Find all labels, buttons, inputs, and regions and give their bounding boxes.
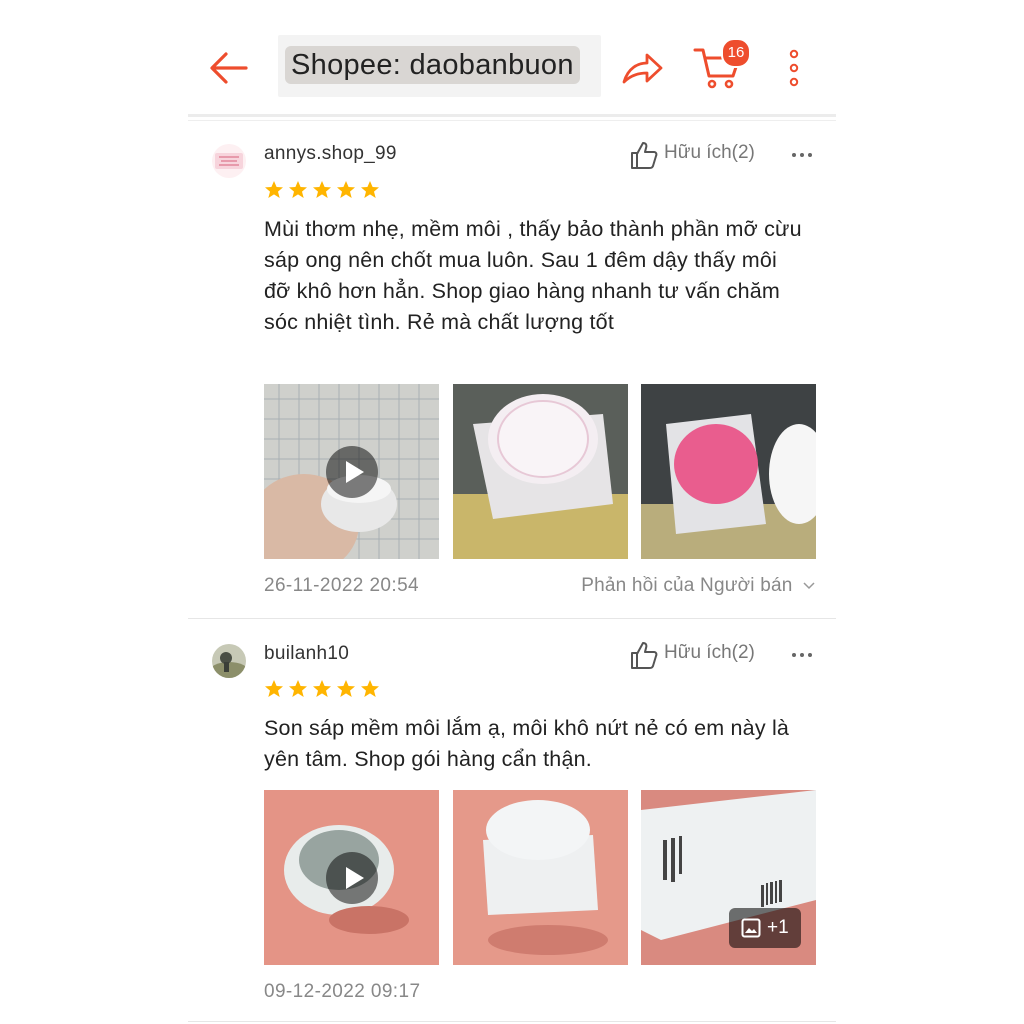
review-image-thumbnail[interactable]: [641, 384, 816, 559]
reviewer-username[interactable]: annys.shop_99: [264, 143, 397, 165]
play-icon: [346, 867, 364, 889]
review-image-thumbnail[interactable]: [453, 790, 628, 965]
shop-logo-icon[interactable]: [212, 144, 246, 178]
rating-stars: [264, 679, 384, 701]
star-icon: [337, 680, 355, 697]
review-date: 26-11-2022 20:54: [264, 575, 420, 596]
review-comment: Son sáp mềm môi lắm ạ, môi khô nứt nẻ có…: [264, 716, 790, 771]
star-icon: [289, 181, 307, 198]
review-image-thumbnail[interactable]: +1: [641, 790, 816, 965]
star-icon: [289, 680, 307, 697]
seller-reply-toggle[interactable]: Phản hồi của Người bán: [581, 575, 816, 597]
review-page: Shopee: daobanbuon 16 annys.shop_99 Hữu …: [188, 0, 836, 1024]
review-photo: [453, 790, 628, 965]
chevron-down-icon: [803, 582, 815, 590]
review-photo: [641, 384, 816, 559]
star-icon: [361, 680, 379, 697]
review-date: 09-12-2022 09:17: [264, 981, 421, 1002]
play-button[interactable]: [326, 852, 378, 904]
star-icon: [313, 680, 331, 697]
star-icon: [337, 181, 355, 198]
review-video-thumbnail[interactable]: [264, 790, 439, 965]
search-bar[interactable]: Shopee: daobanbuon: [278, 35, 601, 97]
review-image-thumbnail[interactable]: [453, 384, 628, 559]
more-options-icon[interactable]: [784, 48, 804, 88]
review-more-icon[interactable]: [791, 650, 813, 660]
seller-reply-label: Phản hồi của Người bán: [581, 575, 793, 596]
review-comment: Mùi thơm nhẹ, mềm môi , thấy bảo thành p…: [264, 217, 802, 334]
review-photo: [453, 384, 628, 559]
star-icon: [361, 181, 379, 198]
rating-stars: [264, 180, 384, 202]
header-divider: [188, 114, 836, 117]
review-video-thumbnail[interactable]: [264, 384, 439, 559]
review-more-icon[interactable]: [791, 150, 813, 160]
thumbs-up-icon: [631, 142, 658, 169]
helpful-label: Hữu ích(2): [664, 142, 755, 163]
back-arrow-icon[interactable]: [208, 46, 252, 90]
gallery-icon: [741, 918, 761, 938]
review-separator: [188, 618, 836, 619]
top-bar: Shopee: daobanbuon 16: [188, 0, 836, 116]
user-avatar-icon[interactable]: [212, 644, 246, 678]
share-icon[interactable]: [620, 48, 664, 88]
play-button[interactable]: [326, 446, 378, 498]
helpful-label: Hữu ích(2): [664, 642, 755, 663]
more-media-count: +1: [767, 917, 789, 938]
thumbs-up-icon: [631, 642, 658, 669]
reviewer-username[interactable]: builanh10: [264, 643, 349, 665]
more-media-badge[interactable]: +1: [729, 908, 801, 948]
cart-count-badge: 16: [721, 38, 751, 68]
search-text[interactable]: Shopee: daobanbuon: [285, 46, 580, 84]
play-icon: [346, 461, 364, 483]
star-icon: [265, 680, 283, 697]
star-icon: [265, 181, 283, 198]
review-separator: [188, 1021, 836, 1022]
header-divider-line: [188, 120, 836, 121]
star-icon: [313, 181, 331, 198]
